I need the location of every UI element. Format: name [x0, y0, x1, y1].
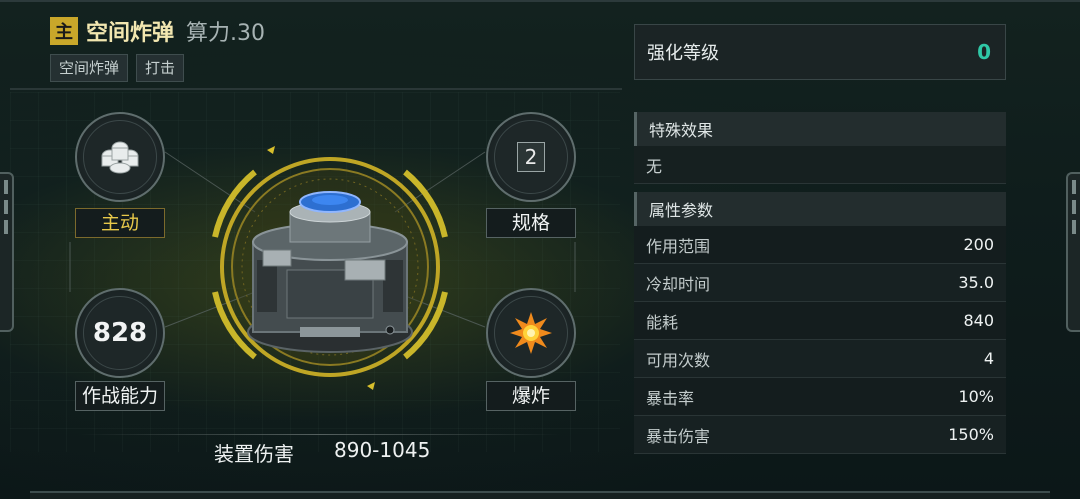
special-effect-value: 无	[634, 146, 1006, 184]
item-header: 主 空间炸弹 算力.30	[50, 14, 265, 48]
enhance-label: 强化等级	[647, 43, 719, 64]
effect-label: 爆炸	[486, 381, 576, 411]
attr-value: 150%	[948, 425, 994, 444]
node-ring	[486, 288, 576, 378]
node-skill-type[interactable]	[75, 112, 165, 202]
node-ring: 2	[486, 112, 576, 202]
attr-key: 可用次数	[646, 350, 711, 370]
explosion-icon	[510, 312, 552, 354]
attr-row: 可用次数 4	[634, 340, 1006, 378]
enhance-level[interactable]: 强化等级 0	[634, 24, 1006, 80]
device-display	[195, 142, 465, 392]
space-bomb-icon	[212, 146, 448, 390]
damage-label: 装置伤害	[214, 442, 294, 466]
attr-row: 作用范围 200	[634, 226, 1006, 264]
attr-value: 10%	[958, 387, 994, 406]
special-effect-section: 特殊效果 无	[634, 112, 1006, 184]
node-ring	[75, 112, 165, 202]
node-effect[interactable]	[486, 288, 576, 378]
attributes-title: 属性参数	[634, 192, 1006, 226]
damage-value: 890-1045	[334, 438, 431, 462]
attr-value: 840	[963, 311, 994, 330]
device-damage: 装置伤害 890-1045	[214, 438, 430, 467]
node-ring: 828	[75, 288, 165, 378]
item-tags: 空间炸弹 打击	[50, 54, 185, 82]
game-panel: 主 空间炸弹 算力.30 空间炸弹 打击 主动 2 规格 828 作战能力 爆炸…	[0, 0, 1080, 499]
combat-power-value: 828	[92, 318, 148, 348]
attr-key: 能耗	[646, 312, 679, 332]
attr-key: 暴击率	[646, 388, 695, 408]
node-spec[interactable]: 2	[486, 112, 576, 202]
main-slot-badge: 主	[50, 17, 78, 45]
attr-row: 冷却时间 35.0	[634, 264, 1006, 302]
special-effect-title: 特殊效果	[634, 112, 1006, 146]
bombs-icon	[101, 141, 139, 174]
skill-type-label: 主动	[75, 208, 165, 238]
combat-power-label: 作战能力	[75, 381, 165, 411]
attr-value: 35.0	[958, 273, 994, 292]
spec-label: 规格	[486, 208, 576, 238]
attr-key: 暴击伤害	[646, 426, 711, 446]
bottom-frame-bar	[30, 491, 1050, 499]
attr-value: 4	[983, 349, 994, 368]
attributes-list: 作用范围 200 冷却时间 35.0 能耗 840 可用次数 4 暴击率 10%…	[634, 226, 1006, 454]
spec-value: 2	[517, 142, 545, 172]
damage-divider	[80, 434, 560, 435]
item-power: 算力.30	[186, 21, 266, 46]
node-combat-power[interactable]: 828	[75, 288, 165, 378]
attr-key: 作用范围	[646, 236, 711, 256]
item-title: 空间炸弹	[86, 21, 175, 46]
attr-row: 暴击率 10%	[634, 378, 1006, 416]
attr-value: 200	[963, 235, 994, 254]
tag-type: 打击	[136, 54, 185, 82]
attributes-section: 属性参数 作用范围 200 冷却时间 35.0 能耗 840 可用次数 4 暴击…	[634, 192, 1006, 454]
enhance-value: 0	[977, 40, 991, 64]
divider	[10, 88, 622, 90]
right-edge-handle	[1066, 172, 1080, 332]
attr-key: 冷却时间	[646, 274, 711, 294]
attr-row: 暴击伤害 150%	[634, 416, 1006, 454]
attr-row: 能耗 840	[634, 302, 1006, 340]
tag-category: 空间炸弹	[50, 54, 129, 82]
